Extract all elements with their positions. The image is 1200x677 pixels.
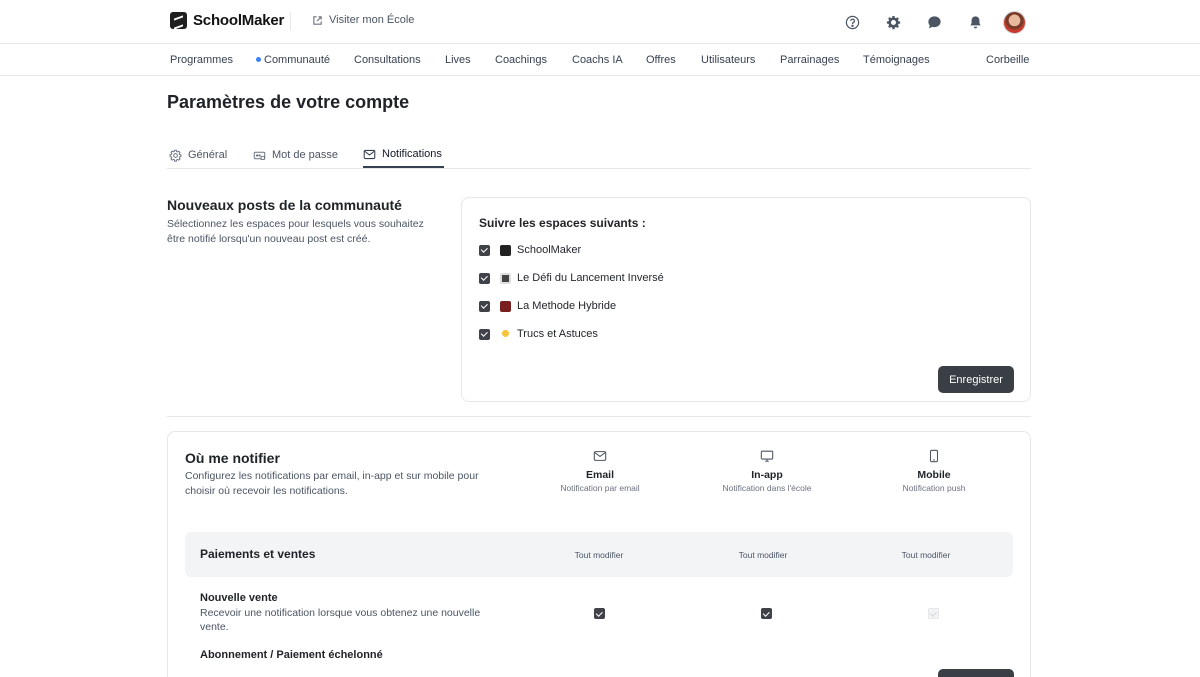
logo[interactable]: SchoolMaker [170, 12, 284, 29]
nav-item-corbeille[interactable]: Corbeille [986, 54, 1029, 66]
page-title: Paramètres de votre compte [167, 92, 410, 112]
monitor-icon [760, 450, 774, 462]
methode-space-icon [500, 300, 511, 312]
gear-icon [169, 149, 182, 162]
space-row: SchoolMaker [479, 244, 581, 256]
bell-icon [969, 15, 981, 28]
external-link-icon [313, 15, 322, 25]
password-icon [253, 151, 266, 160]
channel-mobile: Mobile Notification push [859, 449, 1009, 493]
community-section-title: Nouveaux posts de la communauté [167, 197, 402, 213]
notification-channels-card: Où me notifier Configurez les notificati… [167, 431, 1031, 677]
community-section-description: Sélectionnez les espaces pour lesquels v… [167, 218, 424, 245]
tab-password[interactable]: Mot de passe [253, 142, 338, 168]
nav-item-coachings[interactable]: Coachings [495, 54, 547, 66]
tab-general-label: Général [188, 149, 228, 161]
mail-icon [363, 149, 376, 159]
modify-all-email-button[interactable]: Tout modifier [549, 550, 649, 560]
modify-all-inapp-button[interactable]: Tout modifier [713, 550, 813, 560]
nav-item-communaute[interactable]: Communauté [256, 54, 330, 66]
logo-icon [170, 12, 187, 29]
nav-item-lives[interactable]: Lives [445, 54, 471, 66]
nav-item-offres[interactable]: Offres [646, 54, 676, 66]
channel-email: Email Notification par email [525, 449, 675, 493]
settings-tabs: Général Mot de passe Notifications [167, 137, 1031, 169]
inapp-checkbox[interactable] [761, 608, 772, 619]
mail-icon [593, 451, 607, 461]
nav-item-coachs-ia[interactable]: Coachs IA [572, 54, 623, 66]
defi-space-icon [500, 272, 511, 284]
where-description: Configurez les notifications par email, … [185, 470, 479, 497]
notifications-button[interactable] [962, 9, 988, 35]
phone-icon [929, 449, 939, 463]
space-row: La Methode Hybride [479, 300, 616, 312]
channel-inapp-name: In-app [751, 469, 783, 481]
space-checkbox[interactable] [479, 272, 490, 284]
notification-dot [256, 56, 261, 62]
visit-school-label: Visiter mon École [329, 14, 415, 26]
row-description: Recevoir une notification lorsque vous o… [200, 607, 481, 633]
space-checkbox[interactable] [479, 300, 490, 312]
help-icon [845, 15, 859, 29]
space-checkbox[interactable] [479, 244, 490, 256]
save-button[interactable]: Enregistrer [938, 366, 1014, 393]
top-bar: SchoolMaker Visiter mon École [0, 0, 1200, 44]
app-name: SchoolMaker [193, 12, 285, 29]
where-title: Où me notifier [185, 450, 280, 466]
save-button-2[interactable] [938, 669, 1014, 677]
chat-icon [927, 15, 941, 28]
tab-notifications[interactable]: Notifications [363, 142, 444, 168]
channel-inapp-sub: Notification dans l'école [722, 483, 812, 493]
nav-item-programmes[interactable]: Programmes [170, 54, 233, 66]
space-name: Le Défi du Lancement Inversé [517, 272, 664, 284]
space-name: La Methode Hybride [517, 300, 617, 312]
tab-general[interactable]: Général [169, 142, 227, 168]
visit-school-link[interactable]: Visiter mon École [312, 14, 414, 26]
nav-item-temoignages[interactable]: Témoignages [863, 54, 930, 66]
modify-all-mobile-button[interactable]: Tout modifier [876, 550, 976, 560]
mobile-checkbox [928, 608, 939, 619]
divider [290, 12, 291, 30]
schoolmaker-space-icon [500, 244, 511, 256]
nav-item-communaute-label: Communauté [264, 54, 331, 66]
channel-mobile-name: Mobile [917, 469, 951, 481]
payments-group-title: Paiements et ventes [200, 547, 316, 561]
channel-email-sub: Notification par email [560, 483, 640, 493]
channel-email-name: Email [585, 469, 614, 481]
gear-icon [886, 15, 900, 29]
spaces-card-title: Suivre les espaces suivants : [479, 216, 646, 230]
row-title: Nouvelle vente [200, 592, 278, 604]
spaces-card: Suivre les espaces suivants : SchoolMake… [461, 197, 1031, 402]
row-title: Abonnement / Paiement échelonné [200, 649, 383, 661]
payments-group-header: Paiements et ventes Tout modifier Tout m… [185, 532, 1013, 577]
email-checkbox[interactable] [594, 608, 605, 619]
section-divider [167, 416, 1031, 417]
tab-notifications-label: Notifications [382, 148, 442, 160]
space-checkbox[interactable] [479, 328, 490, 340]
main-nav: Programmes Communauté Consultations Live… [0, 44, 1200, 76]
channel-inapp: In-app Notification dans l'école [692, 449, 842, 493]
messages-button[interactable] [921, 9, 947, 35]
space-row: Le Défi du Lancement Inversé [479, 272, 664, 284]
nav-item-parrainages[interactable]: Parrainages [780, 54, 839, 66]
nav-item-utilisateurs[interactable]: Utilisateurs [701, 54, 755, 66]
settings-button[interactable] [880, 9, 906, 35]
avatar[interactable] [1003, 10, 1026, 34]
top-icons [824, 9, 1026, 35]
help-button[interactable] [839, 9, 865, 35]
space-name: Trucs et Astuces [517, 328, 598, 340]
tab-password-label: Mot de passe [272, 149, 339, 161]
channel-mobile-sub: Notification push [902, 483, 966, 493]
nav-item-consultations[interactable]: Consultations [354, 54, 421, 66]
space-name: SchoolMaker [517, 244, 582, 256]
space-row: Trucs et Astuces [479, 328, 598, 340]
lightbulb-icon [500, 328, 511, 340]
